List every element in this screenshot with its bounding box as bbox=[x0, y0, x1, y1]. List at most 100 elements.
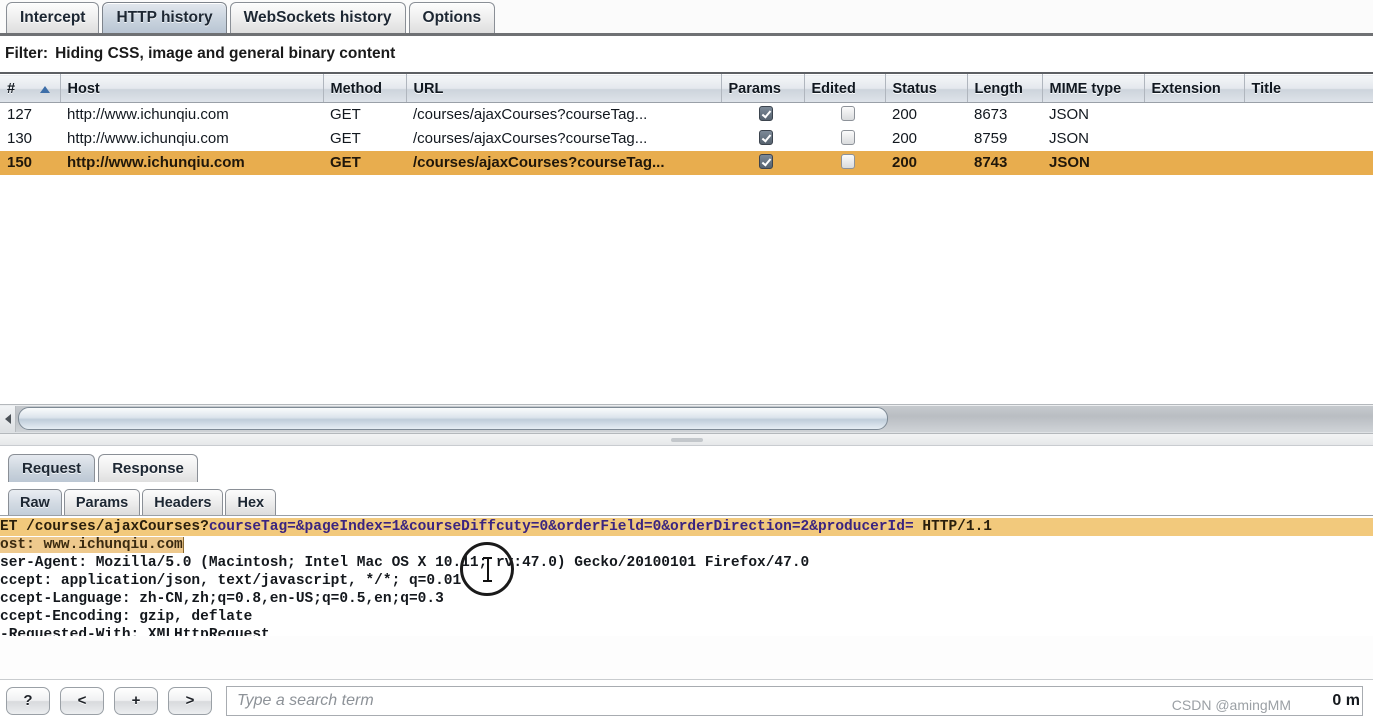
cell-status: 200 bbox=[892, 130, 918, 147]
column-header-title[interactable]: Title bbox=[1244, 74, 1373, 103]
column-header-status[interactable]: Status bbox=[885, 74, 968, 103]
column-header-url-label: URL bbox=[413, 80, 444, 97]
raw-request-line-5: ccept-Language: zh-CN,zh;q=0.8,en-US;q=0… bbox=[0, 591, 444, 607]
cell-edited bbox=[804, 103, 885, 127]
raw-request-line-6: ccept-Encoding: gzip, deflate bbox=[0, 609, 253, 625]
tab-websockets-history-label: WebSockets history bbox=[243, 9, 392, 26]
tab-options-label: Options bbox=[422, 9, 482, 26]
tab-http-history-label: HTTP history bbox=[116, 9, 213, 26]
cell-num: 130 bbox=[7, 130, 33, 147]
pane-splitter[interactable] bbox=[0, 434, 1373, 446]
cell-status: 200 bbox=[885, 150, 967, 175]
cell-extension bbox=[1144, 127, 1244, 151]
tab-intercept-label: Intercept bbox=[20, 9, 86, 26]
scrollbar-thumb[interactable] bbox=[18, 407, 888, 430]
tab-http-history[interactable]: HTTP history bbox=[102, 2, 227, 33]
raw-request-line-4: ccept: application/json, text/javascript… bbox=[0, 573, 462, 589]
cell-host: http://www.ichunqiu.com bbox=[67, 106, 229, 124]
search-placeholder: Type a search term bbox=[237, 691, 374, 709]
checkbox-unchecked-icon bbox=[841, 106, 855, 122]
cell-mime-type: JSON bbox=[1049, 106, 1090, 124]
cell-method: GET bbox=[330, 130, 361, 147]
cell-edited bbox=[804, 127, 885, 151]
column-header-url[interactable]: URL bbox=[406, 74, 722, 103]
table-row[interactable]: 127 http://www.ichunqiu.com GET /courses… bbox=[0, 102, 1373, 127]
cell-mime-type: JSON bbox=[1049, 130, 1090, 147]
cell-length: 8743 bbox=[967, 150, 1042, 175]
cell-params bbox=[721, 103, 804, 127]
table-row[interactable]: 130 http://www.ichunqiu.com GET /courses… bbox=[0, 126, 1373, 151]
raw-line2-host: ost: www.ichunqiu.com bbox=[0, 537, 183, 553]
cell-params bbox=[721, 127, 804, 151]
tab-response[interactable]: Response bbox=[98, 454, 198, 482]
column-header-mime-type[interactable]: MIME type bbox=[1042, 74, 1145, 103]
column-header-edited-label: Edited bbox=[811, 80, 856, 97]
add-search-label: + bbox=[131, 692, 141, 709]
previous-match-button[interactable]: < bbox=[60, 686, 104, 715]
column-header-params[interactable]: Params bbox=[721, 74, 805, 103]
triangle-up-icon bbox=[39, 85, 50, 93]
column-header-length-label: Length bbox=[974, 80, 1023, 97]
checkbox-checked-icon bbox=[759, 106, 773, 122]
next-match-button[interactable]: > bbox=[168, 686, 212, 715]
checkbox-unchecked-icon bbox=[841, 154, 855, 169]
column-header-method-label: Method bbox=[330, 80, 383, 97]
scroll-left-button[interactable] bbox=[0, 406, 16, 432]
column-header-extension[interactable]: Extension bbox=[1144, 74, 1245, 103]
checkbox-checked-icon bbox=[759, 154, 773, 169]
cell-extension bbox=[1144, 103, 1244, 127]
cell-length: 8759 bbox=[974, 130, 1008, 147]
tab-params-label: Params bbox=[75, 494, 129, 511]
cell-url: /courses/ajaxCourses?courseTag... bbox=[406, 150, 721, 175]
previous-match-label: < bbox=[77, 692, 87, 709]
raw-line1-prefix: ET /courses/ajaxCourses? bbox=[0, 519, 209, 535]
cell-url: /courses/ajaxCourses?courseTag... bbox=[413, 106, 648, 124]
cell-title bbox=[1244, 150, 1373, 175]
cell-extension bbox=[1144, 150, 1244, 175]
tab-request[interactable]: Request bbox=[8, 454, 96, 482]
checkbox-unchecked-icon bbox=[841, 130, 855, 145]
scrollbar-track[interactable] bbox=[16, 406, 1373, 432]
column-header-status-label: Status bbox=[892, 80, 937, 97]
cell-host: http://www.ichunqiu.com bbox=[60, 150, 323, 175]
message-view-tab-strip: Raw Params Headers Hex bbox=[0, 482, 1373, 516]
tab-hex[interactable]: Hex bbox=[225, 489, 277, 515]
cell-edited bbox=[804, 150, 885, 175]
triangle-left-icon bbox=[4, 414, 11, 424]
help-button[interactable]: ? bbox=[6, 686, 50, 715]
table-header-row: # Host Method URL Params Edited Status L… bbox=[0, 74, 1373, 103]
search-input[interactable]: Type a search term 0 m bbox=[226, 685, 1363, 716]
table-row-selected[interactable]: 150 http://www.ichunqiu.com GET /courses… bbox=[0, 150, 1373, 175]
tab-intercept[interactable]: Intercept bbox=[6, 2, 100, 33]
http-history-table: # Host Method URL Params Edited Status L… bbox=[0, 74, 1373, 404]
raw-request-editor[interactable]: ET /courses/ajaxCourses?courseTag=&pageI… bbox=[0, 516, 1373, 636]
add-search-button[interactable]: + bbox=[114, 686, 158, 715]
filter-bar[interactable]: Filter: Hiding CSS, image and general bi… bbox=[0, 36, 1373, 74]
column-header-host-label: Host bbox=[67, 80, 100, 97]
tab-options[interactable]: Options bbox=[408, 2, 496, 33]
cell-title bbox=[1244, 127, 1373, 151]
column-header-edited[interactable]: Edited bbox=[804, 74, 886, 103]
filter-label: Filter: bbox=[5, 45, 49, 62]
tab-websockets-history[interactable]: WebSockets history bbox=[229, 2, 406, 33]
horizontal-scrollbar[interactable] bbox=[0, 404, 1373, 434]
column-header-params-label: Params bbox=[728, 80, 781, 97]
cell-num: 127 bbox=[7, 106, 33, 124]
tab-hex-label: Hex bbox=[237, 494, 265, 511]
column-header-num[interactable]: # bbox=[0, 74, 61, 103]
cell-length: 8673 bbox=[974, 106, 1008, 124]
column-header-length[interactable]: Length bbox=[967, 74, 1043, 103]
raw-request-line-7: -Requested-With: XMLHttpRequest bbox=[0, 627, 270, 636]
tab-raw[interactable]: Raw bbox=[8, 489, 62, 515]
column-header-host[interactable]: Host bbox=[60, 74, 324, 103]
column-header-mime-type-label: MIME type bbox=[1049, 80, 1122, 97]
tab-headers[interactable]: Headers bbox=[142, 489, 224, 515]
next-match-label: > bbox=[185, 692, 195, 709]
raw-request-line-3: ser-Agent: Mozilla/5.0 (Macintosh; Intel… bbox=[0, 555, 810, 571]
column-header-method[interactable]: Method bbox=[323, 74, 407, 103]
cell-title bbox=[1244, 103, 1373, 127]
tab-request-label: Request bbox=[22, 460, 82, 477]
tab-params[interactable]: Params bbox=[63, 489, 141, 515]
column-header-title-label: Title bbox=[1251, 80, 1282, 97]
raw-request-line-2: ost: www.ichunqiu.com bbox=[0, 536, 1373, 554]
